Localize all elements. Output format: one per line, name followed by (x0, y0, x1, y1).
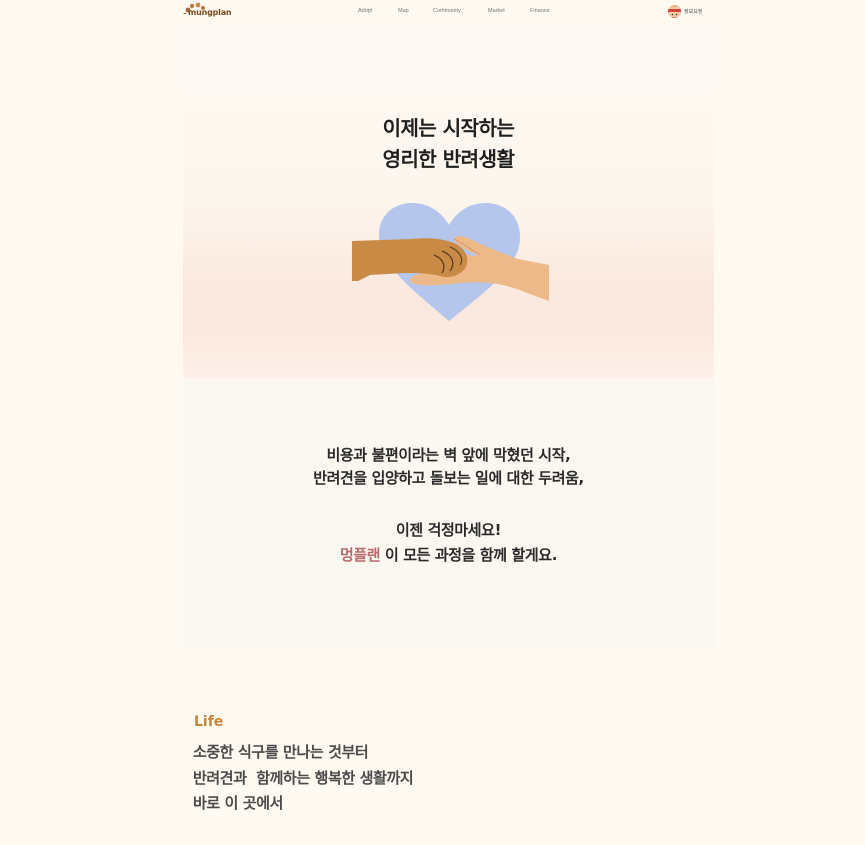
hero-title-line1: 이제는 시작하는 (382, 116, 515, 140)
life-line2: 반려견과 함께하는 행복한 생활까지 (193, 769, 414, 787)
life-line3: 바로 이 곳에서 (193, 794, 284, 812)
message-line1: 비용과 불편이라는 벽 앞에 막혔던 시작, (326, 446, 571, 464)
nav-market[interactable]: Market (488, 8, 505, 14)
hero-section: 이제는 시작하는 영리한 반려생활 (183, 31, 714, 379)
avatar[interactable] (668, 5, 681, 18)
nav-map[interactable]: Map (398, 8, 409, 14)
message-line4: 멍플랜 이 모든 과정을 함께 할게요. (183, 544, 714, 565)
hero-title-line2: 영리한 반려생활 (382, 147, 515, 171)
message-line2: 반려견을 입양하고 돌보는 일에 대한 두려움, (313, 469, 584, 487)
hero-title: 이제는 시작하는 영리한 반려생활 (183, 113, 714, 175)
header: mungplan Adopt Map Community Market Fina… (0, 0, 865, 26)
message-line4-text: 이 모든 과정을 함께 할게요. (380, 546, 557, 564)
user-name: 정보요정 (684, 9, 703, 15)
message-line3: 이젠 걱정마세요! (395, 521, 502, 539)
nav-community[interactable]: Community (433, 8, 461, 14)
life-section-label: Life (194, 714, 224, 730)
dog-paw-and-human-hand-on-heart-icon (352, 201, 552, 323)
nav-finance[interactable]: Finance (530, 8, 550, 14)
message-section: 비용과 불편이라는 벽 앞에 막혔던 시작, 반려견을 입양하고 돌보는 일에 … (183, 380, 714, 648)
life-line1: 소중한 식구를 만나는 것부터 (193, 743, 369, 761)
nav-adopt[interactable]: Adopt (358, 8, 372, 14)
main-nav: Adopt Map Community Market Finance (0, 8, 865, 18)
brand-name: 멍플랜 (339, 546, 381, 564)
